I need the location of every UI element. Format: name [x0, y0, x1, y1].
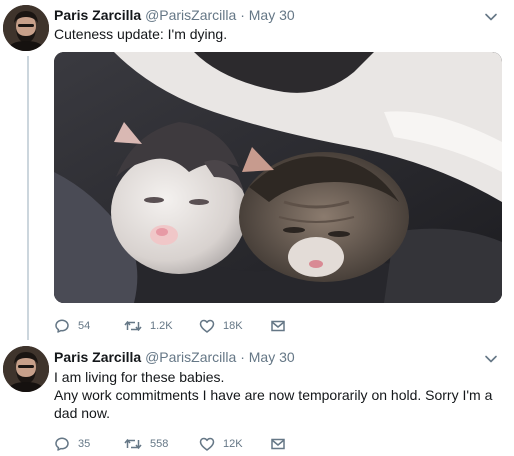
author-name[interactable]: Paris Zarcilla [54, 349, 141, 365]
tweet-text-line: Any work commitments I have are now temp… [54, 387, 493, 421]
reply-count: 35 [78, 438, 91, 450]
retweet-icon [124, 320, 142, 332]
reply-count: 54 [78, 320, 91, 332]
chevron-down-icon[interactable] [484, 352, 498, 366]
envelope-icon [271, 438, 285, 450]
retweet-button[interactable]: 1.2K [124, 317, 173, 335]
like-count: 12K [223, 438, 243, 450]
tweet[interactable]: Paris Zarcilla @ParisZarcilla · May 30 I… [0, 340, 514, 456]
reply-button[interactable]: 54 [54, 317, 90, 335]
reply-icon [55, 319, 69, 333]
tweet-text: Cuteness update: I'm dying. [54, 26, 228, 42]
tweet-date[interactable]: May 30 [249, 7, 295, 23]
direct-message-button[interactable] [270, 317, 286, 335]
separator-dot: · [240, 349, 245, 365]
heart-icon [199, 437, 215, 451]
retweet-count: 1.2K [150, 320, 173, 332]
retweet-count: 558 [150, 438, 169, 450]
tweet-photo[interactable] [54, 52, 502, 303]
avatar[interactable] [3, 5, 49, 51]
like-button[interactable]: 18K [199, 317, 243, 335]
author-name[interactable]: Paris Zarcilla [54, 7, 141, 23]
like-count: 18K [223, 320, 243, 332]
retweet-button[interactable]: 558 [124, 435, 168, 453]
tweet-header: Paris Zarcilla @ParisZarcilla · May 30 [54, 6, 295, 24]
avatar[interactable] [3, 346, 49, 392]
heart-icon [199, 319, 215, 333]
retweet-icon [124, 438, 142, 450]
kittens-photo [54, 52, 502, 303]
envelope-icon [271, 320, 285, 332]
chevron-down-icon[interactable] [484, 10, 498, 24]
separator-dot: · [240, 7, 245, 23]
reply-icon [55, 437, 69, 451]
direct-message-button[interactable] [270, 435, 286, 453]
tweet-header: Paris Zarcilla @ParisZarcilla · May 30 [54, 348, 295, 366]
tweet-text-line: I am living for these babies. [54, 369, 225, 385]
tweet[interactable]: Paris Zarcilla @ParisZarcilla · May 30 C… [0, 0, 514, 340]
author-handle[interactable]: @ParisZarcilla [145, 349, 236, 365]
reply-button[interactable]: 35 [54, 435, 90, 453]
author-handle[interactable]: @ParisZarcilla [145, 7, 236, 23]
tweet-date[interactable]: May 30 [249, 349, 295, 365]
like-button[interactable]: 12K [199, 435, 243, 453]
